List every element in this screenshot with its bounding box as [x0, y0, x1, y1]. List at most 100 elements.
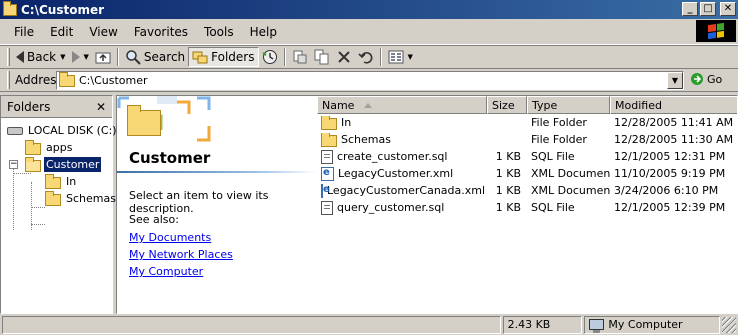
file-row[interactable]: LegacyCustomer.xml 1 KB XML Document 11/10/… — [317, 165, 737, 182]
tree-node-local-disk[interactable]: LOCAL DISK (C:) — [7, 122, 119, 139]
views-button[interactable]: ▼ — [385, 47, 416, 67]
history-icon — [261, 50, 277, 64]
file-name-cell: query_customer.sql — [317, 200, 487, 215]
up-folder-icon — [95, 52, 111, 64]
folder-icon — [59, 71, 75, 87]
sql-file-icon — [321, 200, 333, 215]
column-header-size[interactable]: Size — [487, 96, 527, 114]
file-modified: 12/1/2005 12:39 PM — [614, 201, 726, 214]
folder-icon — [321, 115, 337, 130]
tree-node-apps[interactable]: apps — [25, 139, 74, 156]
toolbar-grip[interactable] — [7, 48, 10, 66]
tree-node-customer[interactable]: Customer — [25, 156, 102, 173]
folder-title: Customer — [129, 149, 211, 167]
collapse-toggle[interactable]: − — [9, 160, 18, 169]
column-header-name[interactable]: Name — [317, 96, 487, 114]
file-size: 1 KB — [495, 150, 521, 163]
explorer-window: C:\Customer _ □ ✕ File Edit View Favorit… — [0, 0, 738, 335]
back-arrow-icon — [16, 51, 24, 63]
undo-button[interactable] — [355, 47, 377, 67]
see-also-label: See also: — [129, 213, 179, 226]
tree-node-schemas[interactable]: Schemas — [45, 190, 118, 207]
folder-tree: LOCAL DISK (C:) apps − Customer In Schem… — [1, 118, 117, 230]
forward-arrow-icon — [71, 51, 80, 63]
go-button[interactable]: Go — [690, 72, 722, 86]
file-name: Schemas — [341, 133, 391, 146]
address-value: C:\Customer — [79, 74, 148, 87]
column-size-label: Size — [492, 98, 515, 112]
file-modified: 12/28/2005 11:41 AM — [614, 116, 734, 129]
file-size: 1 KB — [495, 167, 521, 180]
history-button[interactable] — [259, 47, 281, 67]
file-size: 1 KB — [495, 184, 521, 197]
link-my-network-places[interactable]: My Network Places — [129, 248, 233, 261]
menu-bar: File Edit View Favorites Tools Help — [0, 19, 738, 45]
file-name: query_customer.sql — [337, 201, 445, 214]
delete-button[interactable] — [333, 47, 355, 67]
folders-pane: Folders ✕ LOCAL DISK (C:) apps − Custome… — [0, 95, 117, 314]
forward-button[interactable]: ▼ — [69, 47, 92, 67]
menu-tools[interactable]: Tools — [196, 22, 242, 42]
toolbar-separator — [283, 48, 286, 66]
menu-edit[interactable]: Edit — [42, 22, 81, 42]
file-name: create_customer.sql — [337, 150, 448, 163]
folder-icon — [321, 132, 337, 147]
file-list: Name Size Type Modified In File Folder 12/… — [317, 96, 737, 313]
xml-file-icon — [321, 183, 330, 198]
tree-node-label: In — [66, 175, 77, 188]
chevron-down-icon[interactable]: ▼ — [84, 53, 89, 61]
file-type: SQL File — [531, 201, 575, 214]
column-header-type[interactable]: Type — [527, 96, 610, 114]
windows-logo-icon — [696, 20, 736, 42]
file-name-cell: Schemas — [317, 132, 487, 147]
views-icon — [388, 50, 403, 64]
folder-icon — [45, 190, 61, 206]
address-dropdown-button[interactable]: ▼ — [667, 72, 683, 89]
search-icon — [126, 50, 141, 65]
folders-icon — [192, 51, 208, 64]
tree-node-in[interactable]: In — [45, 173, 78, 190]
back-button[interactable]: Back ▼ — [13, 47, 69, 67]
resize-grip[interactable] — [722, 316, 736, 333]
file-modified: 3/24/2006 6:10 PM — [614, 184, 719, 197]
folders-pane-title: Folders — [7, 99, 51, 114]
close-button[interactable]: ✕ — [720, 2, 736, 16]
file-type: File Folder — [531, 116, 587, 129]
search-button[interactable]: Search — [122, 47, 188, 67]
chevron-down-icon[interactable]: ▼ — [60, 53, 65, 61]
menu-help[interactable]: Help — [242, 22, 285, 42]
column-header-modified[interactable]: Modified — [610, 96, 737, 114]
folders-button[interactable]: Folders — [188, 47, 259, 67]
sort-ascending-icon — [364, 102, 373, 108]
copy-to-button[interactable] — [311, 47, 333, 67]
link-my-documents[interactable]: My Documents — [129, 231, 211, 244]
menu-view[interactable]: View — [81, 22, 125, 42]
link-my-computer[interactable]: My Computer — [129, 265, 203, 278]
chevron-down-icon[interactable]: ▼ — [408, 53, 413, 61]
folders-pane-close-button[interactable]: ✕ — [96, 100, 106, 114]
folder-icon — [3, 0, 17, 16]
move-to-button[interactable] — [289, 47, 311, 67]
menu-favorites[interactable]: Favorites — [126, 22, 196, 42]
up-folder-button[interactable] — [92, 47, 114, 67]
address-input[interactable]: C:\Customer ▼ — [56, 71, 684, 90]
file-row[interactable]: Schemas File Folder 12/28/2005 11:30 AM — [317, 131, 737, 148]
file-row[interactable]: query_customer.sql 1 KB SQL File 12/1/2005 … — [317, 199, 737, 216]
title-bar[interactable]: C:\Customer _ □ ✕ — [0, 0, 738, 19]
hard-drive-icon — [7, 126, 23, 135]
tree-node-label: Schemas — [66, 192, 116, 205]
file-name: LegacyCustomer.xml — [338, 167, 454, 180]
file-row[interactable]: LegacyCustomerCanada.xml 1 KB XML Document… — [317, 182, 737, 199]
undo-icon — [357, 52, 372, 64]
file-type: SQL File — [531, 150, 575, 163]
file-modified: 11/10/2005 9:19 PM — [614, 167, 726, 180]
column-name-label: Name — [322, 98, 355, 112]
file-row[interactable]: In File Folder 12/28/2005 11:41 AM — [317, 114, 737, 131]
file-row[interactable]: create_customer.sql 1 KB SQL File 12/1/2005… — [317, 148, 737, 165]
my-computer-icon — [589, 319, 605, 333]
maximize-button[interactable]: □ — [700, 2, 716, 16]
toolbar-separator — [379, 48, 382, 66]
minimize-button[interactable]: _ — [682, 2, 698, 16]
address-grip[interactable] — [7, 71, 10, 89]
menu-file[interactable]: File — [6, 22, 42, 42]
